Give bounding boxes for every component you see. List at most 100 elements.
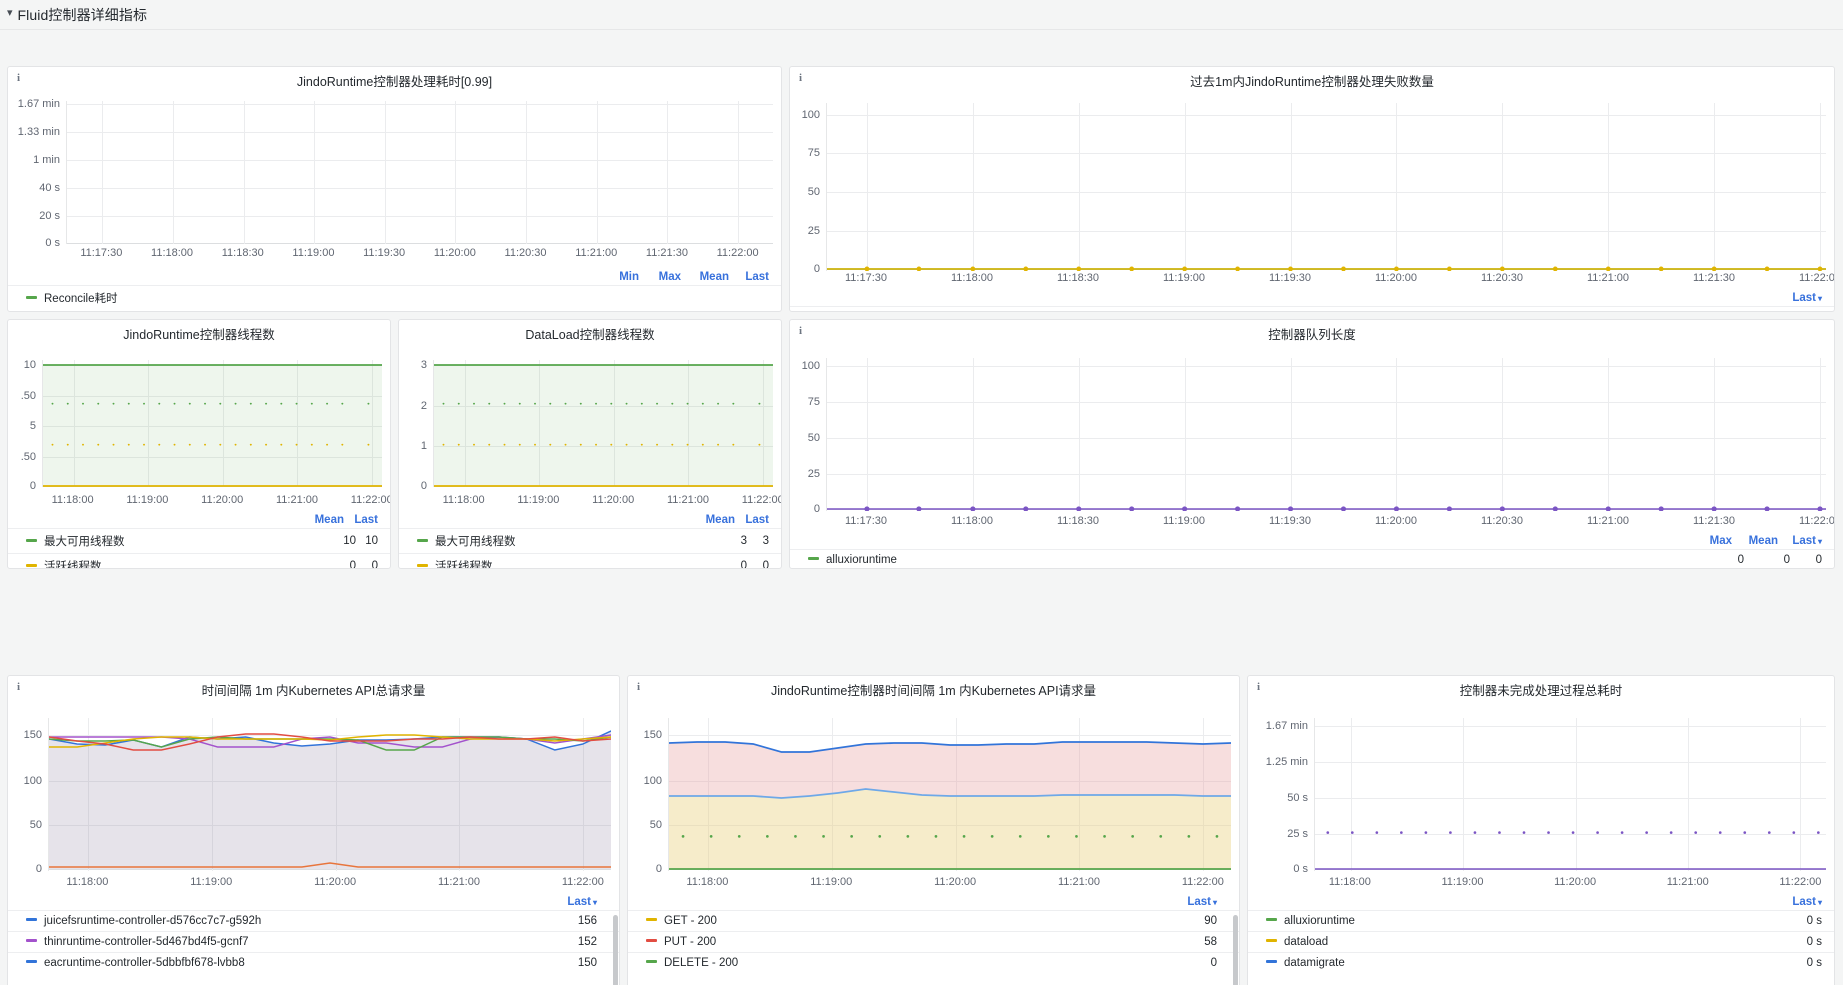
stat-header-mean[interactable]: Mean (1732, 535, 1778, 547)
x-tick: 11:22:00 (1798, 515, 1835, 527)
stat-header-mean[interactable]: Mean (691, 514, 735, 526)
legend-row[interactable]: JindoRuntime系统部署失败 0 (790, 306, 1834, 312)
panel-controller-unfinished-duration[interactable]: i 控制器未完成处理过程总耗时 1.67 min 1.25 min 50 s 2… (1247, 675, 1835, 985)
legend-row[interactable]: DELETE - 200 0 (628, 952, 1239, 974)
chevron-down-icon[interactable]: ▾ (7, 8, 13, 19)
stat-header-max[interactable]: Max (639, 271, 681, 283)
chart-canvas (1314, 718, 1826, 871)
chevron-down-icon[interactable]: ▾ (1818, 294, 1822, 303)
legend-row[interactable]: alluxioruntime 0 s (1248, 910, 1834, 932)
chevron-down-icon[interactable]: ▾ (593, 898, 597, 907)
y-tick: 0 (813, 263, 820, 276)
stat-header-max[interactable]: Max (1686, 535, 1732, 547)
legend-series-name[interactable]: PUT - 200 (628, 932, 1092, 953)
y-tick: 0 (35, 863, 42, 876)
chevron-down-icon[interactable]: ▾ (1213, 898, 1217, 907)
legend-series-name[interactable]: JindoRuntime系统部署失败 (790, 307, 1735, 312)
legend-value-mean: 3 (740, 535, 747, 547)
info-icon[interactable]: i (799, 325, 802, 337)
legend: Mean Last 最大可用线程数 3 3 活跃线程数 0 0 (399, 511, 781, 568)
legend-row[interactable]: GET - 200 90 (628, 910, 1239, 932)
legend-series-name[interactable]: alluxioruntime (790, 550, 1698, 569)
stat-header-last[interactable]: Last (729, 271, 769, 283)
panel-jindo-failures-1m[interactable]: i 过去1m内JindoRuntime控制器处理失败数量 100 75 50 2… (789, 66, 1835, 312)
legend-row[interactable]: 最大可用线程数 10 10 (8, 528, 390, 554)
stat-header-mean[interactable]: Mean (300, 514, 344, 526)
x-tick: 11:18:30 (221, 247, 264, 259)
panel-grid: i JindoRuntime控制器处理耗时[0.99] 1.67 min 1.3… (0, 30, 1843, 985)
panel-jindo-k8s-api-requests[interactable]: i JindoRuntime控制器时间间隔 1m 内Kubernetes API… (627, 675, 1240, 985)
x-tick: 11:20:00 (314, 876, 357, 888)
x-tick: 11:18:00 (1328, 876, 1371, 888)
stat-header-last[interactable]: Last (344, 514, 378, 526)
chevron-down-icon[interactable]: ▾ (1818, 537, 1822, 546)
legend-series-name[interactable]: 最大可用线程数 (399, 529, 703, 554)
stat-header-last[interactable]: Last ▾ (1778, 292, 1822, 304)
y-tick: 2 (420, 399, 427, 412)
legend-series-name[interactable]: datamigrate (1248, 953, 1715, 974)
legend-stat-headers: Last ▾ (790, 289, 1834, 306)
legend-row[interactable]: thinruntime-controller-5d467bd4f5-gcnf7 … (8, 931, 619, 953)
chart-canvas (66, 101, 773, 244)
info-icon[interactable]: i (17, 681, 20, 693)
legend-scrollbar[interactable] (613, 915, 618, 985)
info-icon[interactable]: i (1257, 681, 1260, 693)
panel-k8s-api-total-requests[interactable]: i 时间间隔 1m 内Kubernetes API总请求量 150 100 50… (7, 675, 620, 985)
legend-series-name[interactable]: dataload (1248, 932, 1715, 953)
panel-jindo-thread-count[interactable]: JindoRuntime控制器线程数 10 .50 5 .50 0 11:18:… (7, 319, 391, 569)
legend-value-last: 10 (365, 535, 378, 547)
panel-header: i JindoRuntime控制器处理耗时[0.99] (8, 67, 781, 97)
legend-row[interactable]: juicefsruntime-controller-d576cc7c7-g592… (8, 910, 619, 932)
series-color-swatch (26, 296, 37, 300)
legend-series-name[interactable]: DELETE - 200 (628, 953, 1092, 974)
legend-row[interactable]: Reconcile耗时 (8, 285, 781, 311)
legend-row[interactable]: datamigrate 0 s (1248, 952, 1834, 974)
x-tick: 11:18:00 (686, 876, 729, 888)
stat-header-last[interactable]: Last ▾ (1778, 535, 1822, 547)
legend-row[interactable]: 活跃线程数 0 0 (399, 553, 781, 568)
legend-value-mean: 0 (349, 560, 356, 569)
legend-series-name[interactable]: GET - 200 (628, 911, 1092, 932)
legend-table: JindoRuntime系统部署失败 0 JindoRuntime健康检查失败 … (790, 306, 1834, 312)
legend-series-name[interactable]: thinruntime-controller-5d467bd4f5-gcnf7 (8, 932, 534, 953)
stat-header-mean[interactable]: Mean (681, 271, 729, 283)
info-icon[interactable]: i (17, 72, 20, 84)
row-header[interactable]: ▾ Fluid控制器详细指标 (0, 0, 1843, 30)
legend-series-name[interactable]: 最大可用线程数 (8, 529, 312, 554)
legend-series-name[interactable]: Reconcile耗时 (8, 286, 781, 311)
stat-header-last[interactable]: Last (735, 514, 769, 526)
panel-dataload-thread-count[interactable]: DataLoad控制器线程数 3 2 1 0 11:18:00 11:19:00… (398, 319, 782, 569)
legend-series-name[interactable]: 活跃线程数 (399, 554, 703, 568)
legend-stat-headers: Last ▾ (1248, 893, 1834, 910)
legend-value-max: 0 (1737, 554, 1744, 566)
stat-header-last[interactable]: Last ▾ (553, 896, 597, 908)
panel-controller-queue-length[interactable]: i 控制器队列长度 100 75 50 25 0 11:17:30 11:18:… (789, 319, 1835, 569)
info-icon[interactable]: i (799, 72, 802, 84)
panel-jindo-reconcile-duration[interactable]: i JindoRuntime控制器处理耗时[0.99] 1.67 min 1.3… (7, 66, 782, 312)
y-tick: 75 (807, 395, 820, 408)
series-color-swatch (26, 939, 37, 943)
legend-row[interactable]: dataload 0 s (1248, 931, 1834, 953)
legend-value-last: 0 s (1806, 957, 1822, 969)
x-tick: 11:22:00 (1798, 272, 1835, 284)
legend-stat-headers: Min Max Mean Last (8, 268, 781, 285)
legend-series-name[interactable]: 活跃线程数 (8, 554, 312, 568)
legend-row[interactable]: 活跃线程数 0 0 (8, 553, 390, 569)
legend-row[interactable]: eacruntime-controller-5dbbfbf678-lvbb8 1… (8, 952, 619, 974)
y-tick: 0 (813, 503, 820, 516)
chevron-down-icon[interactable]: ▾ (1818, 898, 1822, 907)
x-tick: 11:21:30 (1692, 272, 1736, 284)
panel-header: i 控制器未完成处理过程总耗时 (1248, 676, 1834, 706)
stat-header-min[interactable]: Min (599, 271, 639, 283)
legend-series-name[interactable]: alluxioruntime (1248, 911, 1715, 932)
info-icon[interactable]: i (637, 681, 640, 693)
legend-row[interactable]: alluxioruntime 0 0 0 (790, 549, 1834, 569)
legend-series-name[interactable]: juicefsruntime-controller-d576cc7c7-g592… (8, 911, 534, 932)
stat-header-last[interactable]: Last ▾ (1173, 896, 1217, 908)
legend: Last ▾ GET - 200 90 PUT - 200 58 DELETE … (628, 893, 1239, 985)
legend-row[interactable]: PUT - 200 58 (628, 931, 1239, 953)
legend-series-name[interactable]: eacruntime-controller-5dbbfbf678-lvbb8 (8, 953, 534, 974)
legend-row[interactable]: 最大可用线程数 3 3 (399, 528, 781, 554)
stat-header-last[interactable]: Last ▾ (1778, 896, 1822, 908)
legend-scrollbar[interactable] (1233, 915, 1238, 985)
